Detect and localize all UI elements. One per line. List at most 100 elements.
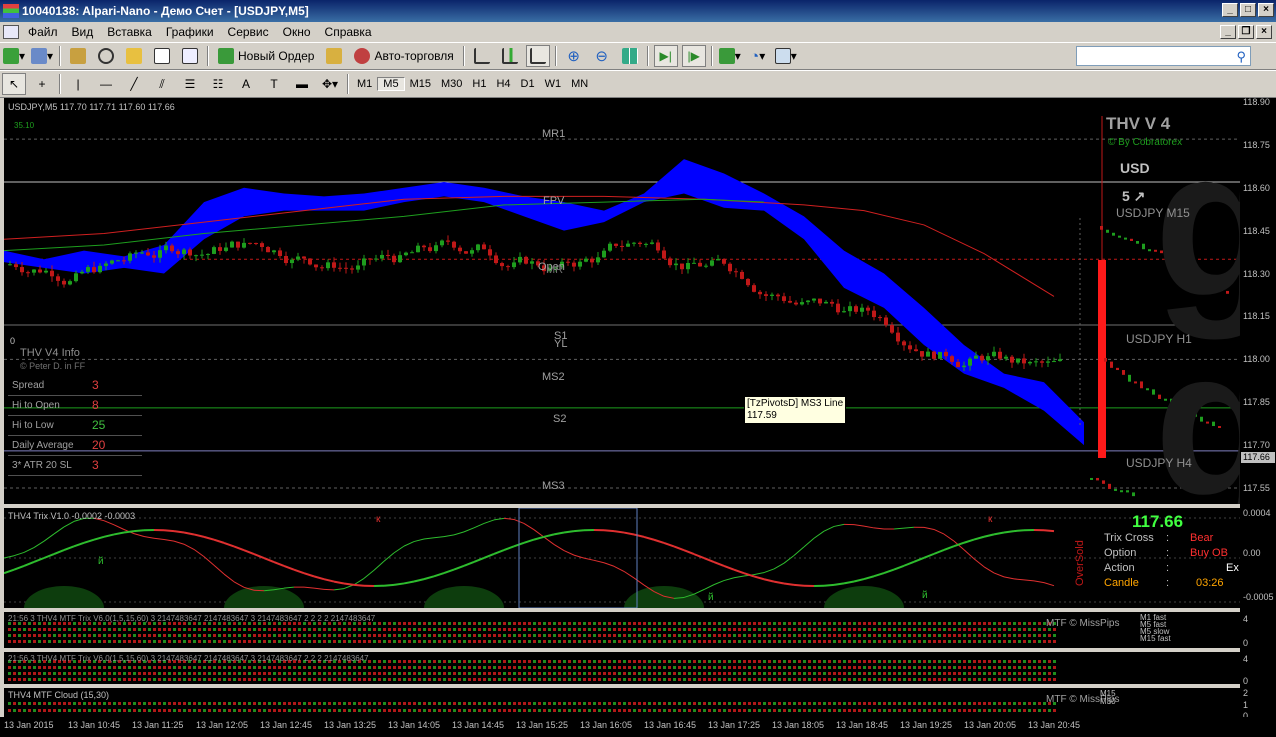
price-axis[interactable]: 118.90 118.75 118.60 118.45 118.30 118.15 118.… (1240, 97, 1276, 721)
cloud-dot (183, 709, 186, 712)
main-price-pane[interactable]: USDJPY,M5 117.70 117.71 117.60 117.66 35… (4, 98, 1276, 528)
mtf1-dot (143, 628, 146, 631)
tile-icon (621, 48, 638, 64)
cloud-dot (973, 702, 976, 705)
mtf2-dot (968, 672, 971, 675)
minimize-button[interactable]: _ (1222, 3, 1238, 17)
auto-trading-button[interactable]: Авто-торговля (350, 45, 457, 67)
tf-m30[interactable]: M30 (436, 78, 467, 90)
cloud-dot (658, 709, 661, 712)
mtf2-dot (63, 666, 66, 669)
templates-button[interactable]: ▾ (774, 45, 798, 67)
child-restore-button[interactable]: ❐ (1238, 25, 1254, 39)
tf-d1[interactable]: D1 (516, 78, 540, 90)
trix-fast-segment (723, 577, 735, 582)
tile-windows-button[interactable] (618, 45, 642, 67)
gann-button[interactable]: ☰ (178, 73, 202, 95)
market-watch-button[interactable] (66, 45, 90, 67)
maximize-button[interactable]: □ (1240, 3, 1256, 17)
terminal-button[interactable] (150, 45, 174, 67)
menu-tools[interactable]: Сервис (221, 25, 276, 39)
text-label-button[interactable]: T (262, 73, 286, 95)
close-button[interactable]: × (1258, 3, 1274, 17)
tf-h1[interactable]: H1 (467, 78, 491, 90)
mtf1-dot (728, 640, 731, 643)
profiles-button[interactable]: ▾ (30, 45, 54, 67)
menu-window[interactable]: Окно (276, 25, 318, 39)
mtf2-dot (523, 672, 526, 675)
cloud-dot (33, 702, 36, 705)
mtf1-dot (618, 634, 621, 637)
mtf1-dot (428, 628, 431, 631)
candle-icon (501, 48, 518, 64)
tf-h4[interactable]: H4 (491, 78, 515, 90)
mtf1-dot (198, 634, 201, 637)
cloud-dot (908, 709, 911, 712)
trix-slow-segment (343, 582, 355, 586)
trix-pane[interactable]: ккййй THV4 Trix V1.0 -0.0002 -0.0003 117… (4, 508, 1240, 608)
meta-editor-button[interactable] (322, 45, 346, 67)
candle-body (62, 280, 66, 285)
crosshair-button[interactable]: + (30, 73, 54, 95)
fibo-button[interactable]: ☷ (206, 73, 230, 95)
tf-m1[interactable]: M1 (352, 78, 377, 90)
tf-m15[interactable]: M15 (405, 78, 436, 90)
mtf1-dot (928, 628, 931, 631)
tf-m5[interactable]: M5 (377, 77, 405, 91)
menu-view[interactable]: Вид (65, 25, 101, 39)
trix-fast-segment (383, 552, 395, 562)
tester-button[interactable] (178, 45, 202, 67)
rectangle-button[interactable]: ▬ (290, 73, 314, 95)
candle-chart-button[interactable] (498, 45, 522, 67)
mtf-trix-pane-1[interactable]: 21:56 3 THV4 MTF Trix V6.0(1,5,15,60) 3 … (4, 612, 1240, 648)
horizontal-line-button[interactable]: — (94, 73, 118, 95)
new-order-button[interactable]: Новый Ордер (214, 45, 318, 67)
tf-w1[interactable]: W1 (540, 78, 567, 90)
candle-body (68, 281, 72, 285)
cursor-button[interactable]: ↖ (2, 73, 26, 95)
zoom-in-button[interactable]: ⊕ (562, 45, 586, 67)
mtf2-dot (473, 666, 476, 669)
periods-button[interactable]: ◔ ▾ (746, 45, 770, 67)
vertical-line-button[interactable]: | (66, 73, 90, 95)
cloud-dot (658, 702, 661, 705)
trendline-button[interactable]: ╱ (122, 73, 146, 95)
mtf1-dot (323, 634, 326, 637)
new-chart-button[interactable]: ▾ (2, 45, 26, 67)
child-close-button[interactable]: × (1256, 25, 1272, 39)
cloud-dot (533, 702, 536, 705)
indicators-button[interactable]: ▾ (718, 45, 742, 67)
mtf2-dot (908, 672, 911, 675)
mtf2-dot (138, 678, 141, 681)
mtf-cloud-pane[interactable]: THV4 MTF Cloud (15,30) MTF © MissPips M1… (4, 688, 1240, 718)
mtf2-dot (653, 666, 656, 669)
bar-chart-button[interactable] (470, 45, 494, 67)
menu-file[interactable]: Файл (21, 25, 65, 39)
tf-mn[interactable]: MN (566, 78, 593, 90)
text-button[interactable]: A (234, 73, 258, 95)
line-chart-button[interactable] (525, 45, 550, 67)
shapes-button[interactable]: ✥ ▾ (318, 73, 342, 95)
mini-candle (1106, 229, 1109, 233)
channel-button[interactable]: ⫽ (150, 73, 174, 95)
mtf2-dot (943, 660, 946, 663)
trix-slow-segment (633, 533, 645, 538)
autoscroll-button[interactable]: ▶| (653, 45, 678, 67)
document-icon[interactable] (3, 25, 19, 39)
zoom-out-button[interactable]: ⊖ (590, 45, 614, 67)
child-minimize-button[interactable]: _ (1220, 25, 1236, 39)
chart-shift-button[interactable]: |▶ (681, 45, 706, 67)
navigator-button[interactable] (122, 45, 146, 67)
mtf1-dot (333, 640, 336, 643)
menu-help[interactable]: Справка (318, 25, 379, 39)
time-tick: 13 Jan 2015 (4, 720, 54, 730)
mtf2-dot (383, 672, 386, 675)
data-window-button[interactable] (94, 45, 118, 67)
cloud-dot (248, 709, 251, 712)
menu-insert[interactable]: Вставка (100, 25, 159, 39)
search-input[interactable]: ⚲ (1076, 46, 1251, 66)
time-axis[interactable]: 13 Jan 2015 13 Jan 10:45 13 Jan 11:25 13 Ja… (0, 717, 1276, 737)
menu-charts[interactable]: Графики (159, 25, 221, 39)
mtf-trix-pane-2[interactable]: 21:56 3 THV4 MTF Trix V6.0(1,5,15,60) 3 … (4, 652, 1240, 684)
chart-area[interactable]: USDJPY,M5 117.70 117.71 117.60 117.66 35… (4, 97, 1276, 721)
